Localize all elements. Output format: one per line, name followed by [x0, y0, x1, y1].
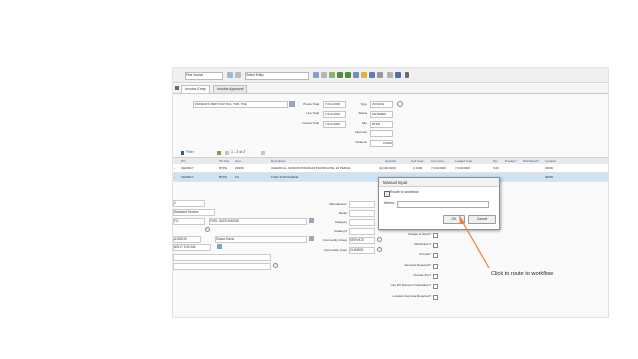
annotation-callout: Click to route to workflow [491, 271, 554, 277]
annotation-arrow [459, 215, 490, 269]
